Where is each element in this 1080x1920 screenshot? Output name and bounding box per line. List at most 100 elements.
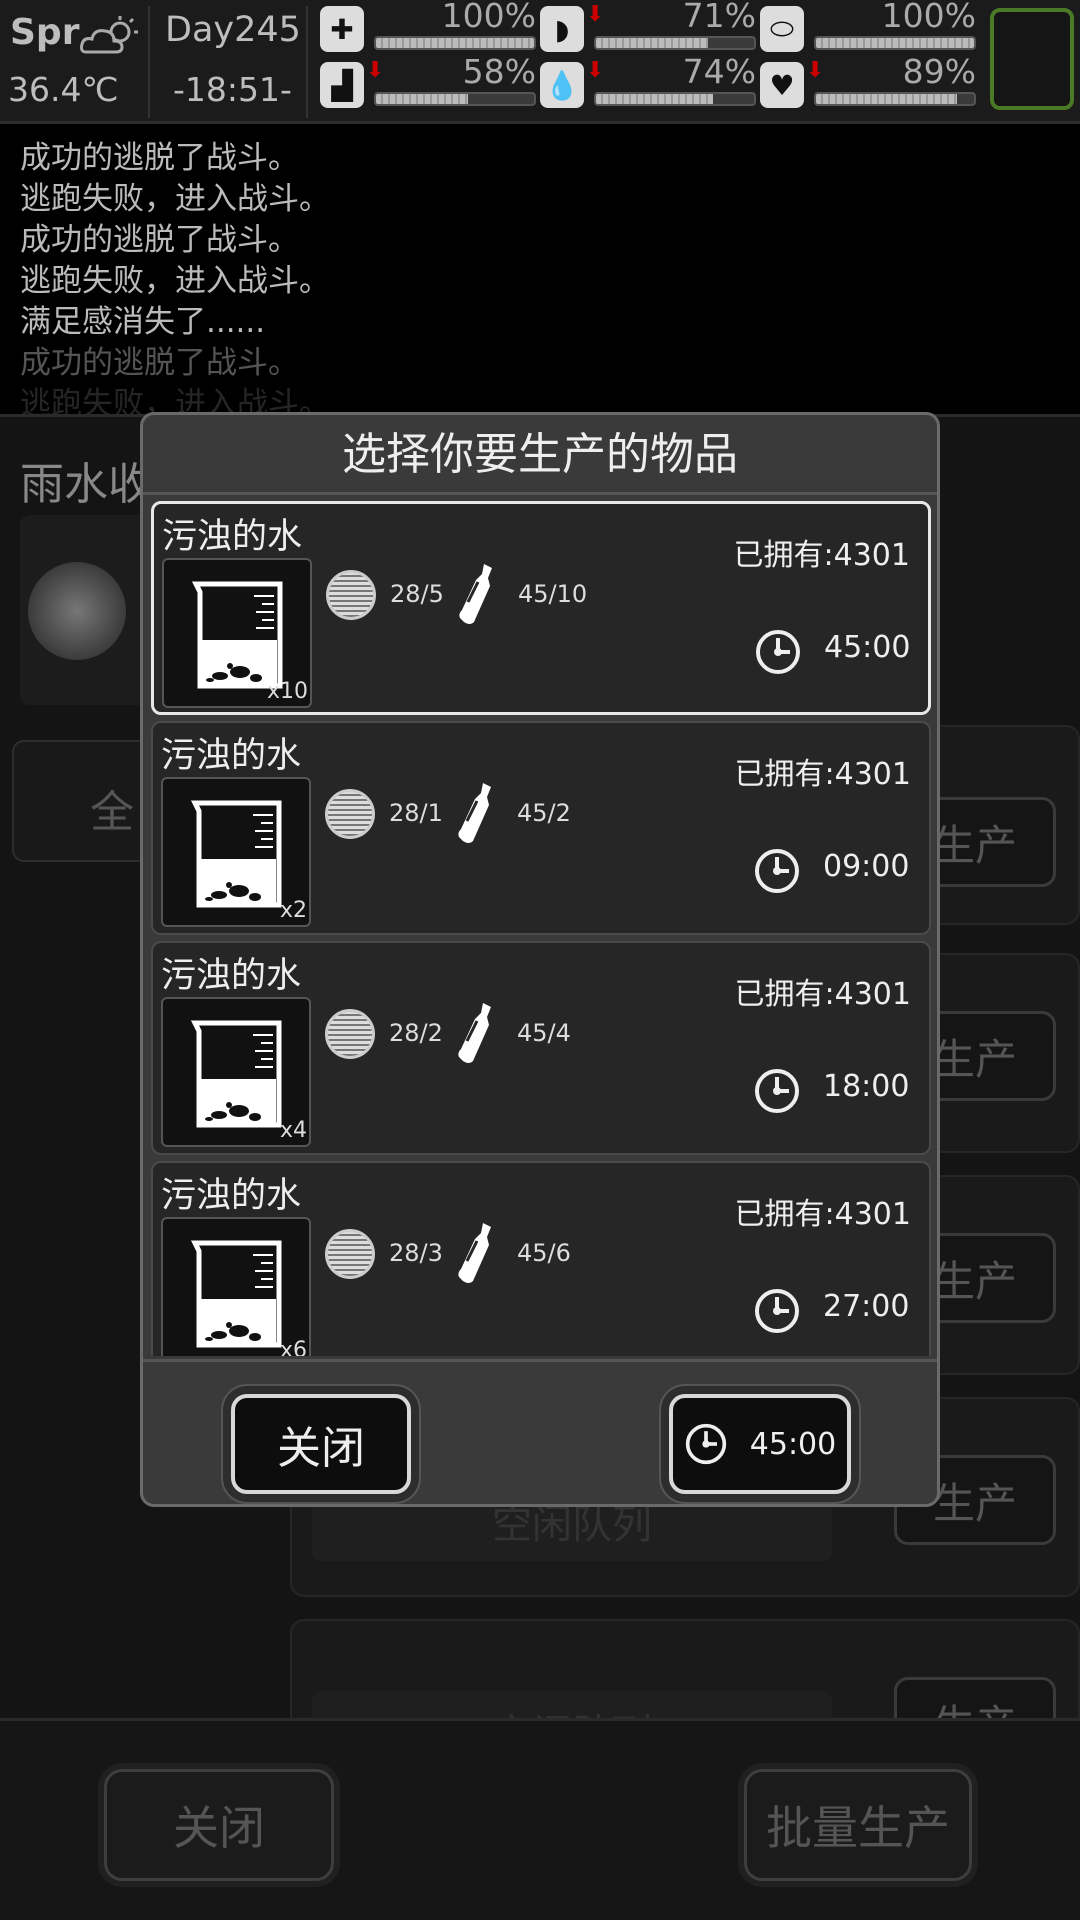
stat-bar — [374, 92, 536, 106]
dirty-water-icon — [190, 1020, 282, 1128]
clock-icon — [755, 849, 799, 893]
time-label: -18:51- — [173, 70, 292, 109]
item-card[interactable]: 污浊的水 x4 28/2 45/4 已拥有:4301 18:00 — [151, 941, 931, 1155]
water-drop-icon: 💧 — [540, 62, 584, 108]
log-line: 成功的逃脱了战斗。 — [20, 140, 299, 176]
day-label: Day245 — [165, 10, 301, 50]
dirty-water-icon — [190, 1240, 282, 1348]
rain-collector-icon — [28, 562, 126, 660]
character-avatar[interactable] — [990, 8, 1074, 110]
item-quantity: x6 — [279, 1338, 307, 1356]
bottle-icon — [458, 783, 491, 843]
partly-cloudy-icon — [80, 16, 138, 54]
arrow-down-icon: ⬇ — [806, 58, 825, 83]
message-log[interactable]: 成功的逃脱了战斗。 逃跑失败，进入战斗。 成功的逃脱了战斗。 逃跑失败，进入战斗。 满足… — [0, 124, 1080, 414]
medkit-icon: ✚ — [320, 6, 364, 52]
material-bottle-count: 45/10 — [518, 580, 588, 608]
clock-icon — [755, 1069, 799, 1113]
dialog-close-button[interactable]: 关闭 — [231, 1394, 411, 1494]
stat-bar-fill — [596, 94, 713, 104]
log-line: 逃跑失败，进入战斗。 — [20, 181, 330, 217]
dirty-water-icon — [191, 581, 283, 689]
bottle-icon — [458, 1223, 491, 1283]
stat-value: 100% — [881, 0, 976, 35]
status-bar: Spr 36.4℃ Day245 -18:51- ✚ 100% ◗ ⬇ 71% ⬭ 100%… — [0, 0, 1080, 124]
arrow-down-icon: ⬇ — [366, 58, 385, 83]
material-bottle-count: 45/4 — [517, 1019, 571, 1047]
item-name: 污浊的水 — [162, 517, 303, 557]
material-filter-count: 28/2 — [389, 1019, 443, 1047]
select-item-dialog: 选择你要生产的物品 污浊的水 x10 28/5 45/10 已拥有:4301 4… — [140, 412, 940, 1507]
item-card[interactable]: 污浊的水 x6 28/3 45/6 已拥有:4301 27:00 — [151, 1161, 931, 1356]
item-image: x2 — [161, 777, 311, 927]
panel-title: 雨水收 — [20, 459, 152, 510]
material-filter-count: 28/5 — [390, 580, 444, 608]
bottom-bar: 关闭 批量生产 — [0, 1718, 1080, 1920]
stat-bar-fill — [816, 38, 974, 48]
close-button[interactable]: 关闭 — [104, 1769, 334, 1881]
production-time: 27:00 — [823, 1289, 910, 1324]
stat-bar-fill — [376, 38, 534, 48]
divider — [306, 6, 308, 118]
stat-value: 58% — [462, 52, 536, 91]
bottle-icon — [458, 1003, 491, 1063]
stat-value: 89% — [902, 52, 976, 91]
stat-bar — [374, 36, 536, 50]
stat-bar-fill — [376, 94, 468, 104]
stat-bar — [814, 92, 976, 106]
all-button[interactable] — [12, 740, 160, 862]
stat-1: ◗ ⬇ 71% — [540, 0, 760, 58]
stat-3: ▟ ⬇ 58% — [320, 52, 540, 114]
filter-icon — [325, 1009, 375, 1059]
stat-value: 74% — [682, 52, 756, 91]
clock-icon — [756, 630, 800, 674]
item-card[interactable]: 污浊的水 x10 28/5 45/10 已拥有:4301 45:00 — [151, 501, 931, 715]
log-line: 成功的逃脱了战斗。 — [20, 222, 299, 258]
boot-icon: ▟ — [320, 62, 364, 108]
log-line: 逃跑失败，进入战斗。 — [20, 263, 330, 299]
item-card[interactable]: 污浊的水 x2 28/1 45/2 已拥有:4301 09:00 — [151, 721, 931, 935]
all-button-label: 全 — [90, 787, 134, 838]
production-time: 09:00 — [823, 849, 910, 884]
bottle-icon — [459, 564, 492, 624]
owned-count: 已拥有:4301 — [733, 538, 910, 573]
item-name: 污浊的水 — [161, 1176, 302, 1216]
material-filter-count: 28/3 — [389, 1239, 443, 1267]
production-time: 18:00 — [823, 1069, 910, 1104]
batch-produce-button[interactable]: 批量生产 — [744, 1769, 972, 1881]
production-time: 45:00 — [824, 630, 911, 665]
stat-bar — [594, 36, 756, 50]
material-bottle-count: 45/2 — [517, 799, 571, 827]
filter-icon — [325, 1229, 375, 1279]
item-quantity: x10 — [266, 679, 308, 704]
stat-value: 71% — [682, 0, 756, 35]
stat-bar-fill — [596, 38, 709, 48]
arrow-down-icon: ⬇ — [586, 58, 605, 83]
item-image: x10 — [162, 558, 312, 708]
dirty-water-icon — [190, 800, 282, 908]
stat-bar-fill — [816, 94, 957, 104]
material-bottle-count: 45/6 — [517, 1239, 571, 1267]
filter-icon — [326, 570, 376, 620]
stat-0: ✚ 100% — [320, 0, 540, 58]
stomach-icon: ◗ — [540, 6, 584, 52]
stat-bar — [814, 36, 976, 50]
item-list[interactable]: 污浊的水 x10 28/5 45/10 已拥有:4301 45:00 污浊的水 x… — [151, 501, 931, 1356]
temperature-label: 36.4℃ — [8, 70, 119, 109]
start-production-button[interactable]: 45:00 — [669, 1394, 851, 1494]
log-line: 满足感消失了...... — [20, 304, 266, 340]
item-name: 污浊的水 — [161, 956, 302, 996]
log-line: 成功的逃脱了战斗。 — [20, 345, 299, 381]
stat-bar — [594, 92, 756, 106]
filter-icon — [325, 789, 375, 839]
stat-5: ♥ ⬇ 89% — [760, 52, 980, 114]
dialog-title: 选择你要生产的物品 — [143, 415, 937, 495]
clock-icon — [685, 1423, 726, 1465]
item-name: 污浊的水 — [161, 736, 302, 776]
owned-count: 已拥有:4301 — [734, 1197, 911, 1232]
divider — [148, 6, 150, 118]
total-time: 45:00 — [749, 1426, 837, 1462]
dialog-close-label: 关闭 — [277, 1423, 365, 1474]
owned-count: 已拥有:4301 — [734, 757, 911, 792]
heart-icon: ♥ — [760, 62, 804, 108]
